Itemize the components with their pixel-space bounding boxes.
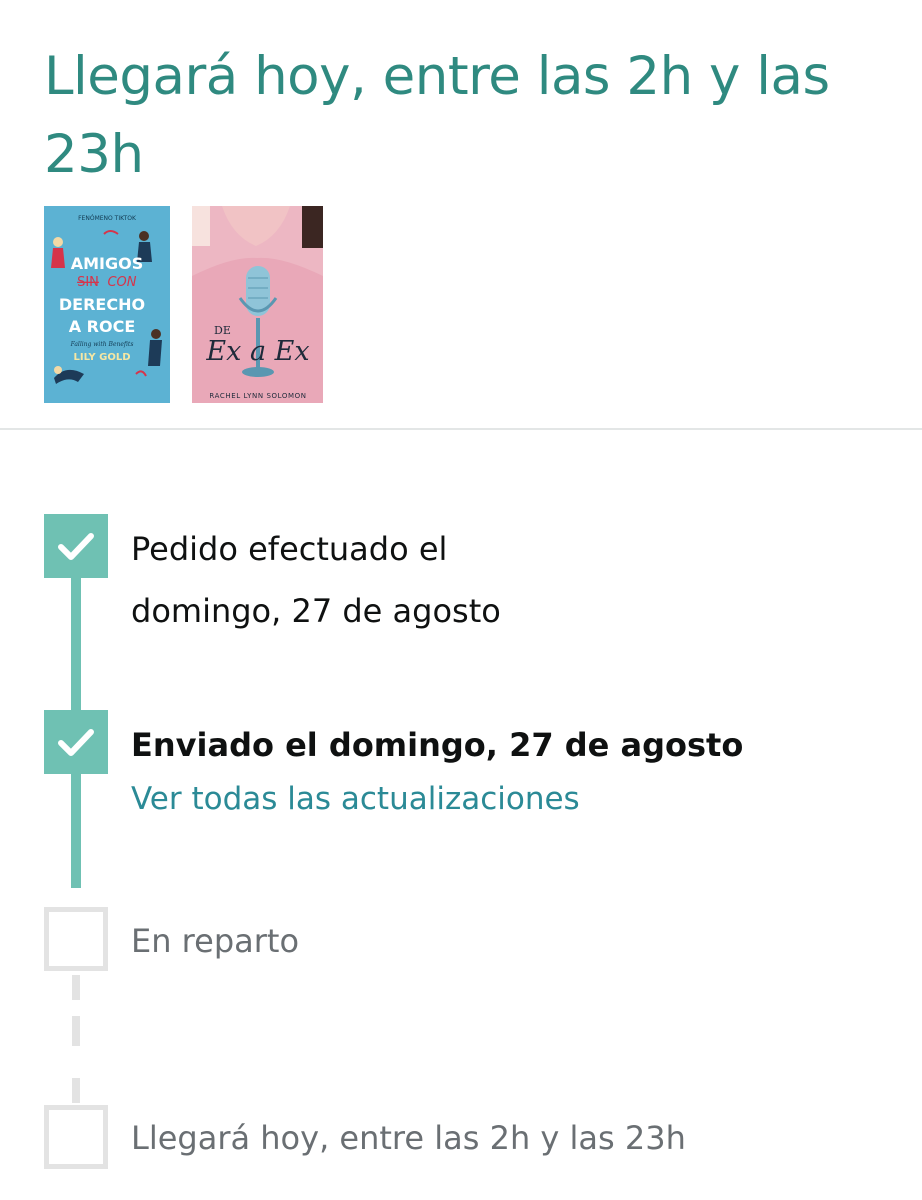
book-1-subtitle: Falling with Benefits <box>70 341 134 348</box>
book-cover-1-art: FENÓMENO TIKTOK AMIGOS SIN CON DERECHO A… <box>44 206 170 403</box>
delivery-title: Llegará hoy, entre las 2h y las 23h <box>44 46 830 185</box>
section-divider <box>0 428 922 430</box>
timeline-connector-1 <box>71 570 81 720</box>
timeline-connector-dash <box>72 975 80 1000</box>
step-1-label-line-1: Pedido efectuado el <box>131 530 448 568</box>
book-cover-de-ex-a-ex[interactable]: DE Ex a Ex RACHEL LYNN SOLOMON <box>192 206 323 403</box>
book-1-title-line-4: DERECHO <box>59 295 145 314</box>
timeline-connector-dash <box>72 1078 80 1103</box>
step-3-status <box>44 907 108 971</box>
step-3-label: En reparto <box>131 922 300 960</box>
step-1-label-line-2: domingo, 27 de agosto <box>131 592 501 630</box>
step-1-status <box>44 514 108 578</box>
book-1-title-line-1: AMIGOS <box>71 254 144 273</box>
step-2-label: Enviado el domingo, 27 de agosto <box>131 726 744 764</box>
book-1-title-line-5: A ROCE <box>69 317 136 336</box>
timeline-connector-2 <box>71 768 81 888</box>
book-2-title: Ex a Ex <box>205 336 309 367</box>
book-1-tag: FENÓMENO TIKTOK <box>78 215 137 222</box>
checkmark-icon <box>58 533 94 560</box>
step-4-status <box>44 1105 108 1169</box>
book-1-author: LILY GOLD <box>73 352 130 363</box>
book-cover-2-art: DE Ex a Ex RACHEL LYNN SOLOMON <box>192 206 323 403</box>
book-cover-amigos-con-derecho-a-roce[interactable]: FENÓMENO TIKTOK AMIGOS SIN CON DERECHO A… <box>44 206 170 403</box>
book-1-title-line-3: CON <box>107 275 136 290</box>
book-1-title-line-2: SIN <box>77 275 99 290</box>
book-2-author: RACHEL LYNN SOLOMON <box>209 392 306 400</box>
step-2-status <box>44 710 108 774</box>
checkmark-icon <box>58 729 94 756</box>
timeline-connector-dash <box>72 1016 80 1046</box>
view-all-updates-link[interactable]: Ver todas las actualizaciones <box>131 774 580 824</box>
step-4-label: Llegará hoy, entre las 2h y las 23h <box>131 1119 686 1157</box>
